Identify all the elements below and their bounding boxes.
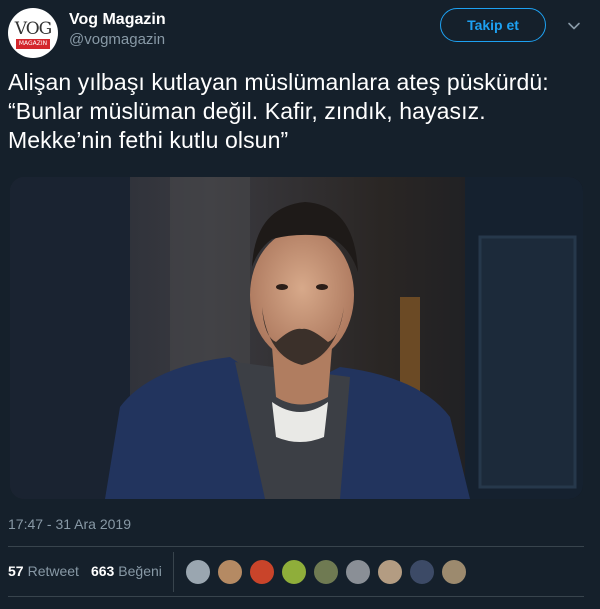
- tweet-stats: 57 Retweet 663 Beğeni: [8, 563, 174, 579]
- like-label: Beğeni: [118, 563, 162, 579]
- chevron-down-icon[interactable]: [566, 18, 582, 34]
- account-handle[interactable]: @vogmagazin: [69, 31, 165, 48]
- liker-avatar[interactable]: [409, 559, 435, 585]
- tweet-text: Alişan yılbaşı kutlayan müslümanlara ate…: [8, 69, 549, 153]
- liker-avatar[interactable]: [217, 559, 243, 585]
- liker-avatar[interactable]: [377, 559, 403, 585]
- divider-bottom: [8, 596, 584, 597]
- display-name[interactable]: Vog Magazin: [69, 11, 166, 29]
- divider-top: [8, 546, 584, 547]
- liker-avatar[interactable]: [345, 559, 371, 585]
- retweet-label: Retweet: [27, 563, 79, 579]
- retweet-stat[interactable]: 57 Retweet: [8, 563, 79, 579]
- liker-avatar[interactable]: [249, 559, 275, 585]
- account-avatar[interactable]: VOG MAGAZIN: [8, 8, 58, 58]
- liker-avatars: [185, 559, 473, 585]
- liker-avatar[interactable]: [441, 559, 467, 585]
- follow-button[interactable]: Takip et: [440, 8, 546, 42]
- like-count: 663: [90, 563, 115, 579]
- tweet-photo[interactable]: [10, 177, 583, 499]
- liker-avatar[interactable]: [281, 559, 307, 585]
- tweet-timestamp[interactable]: 17:47 - 31 Ara 2019: [8, 516, 131, 532]
- stats-separator: [173, 552, 174, 592]
- liker-avatar[interactable]: [313, 559, 339, 585]
- photo-of-man-in-blue-jacket-icon: [10, 177, 583, 499]
- retweet-count: 57: [8, 563, 24, 579]
- like-stat[interactable]: 663 Beğeni: [91, 563, 162, 579]
- liker-avatar[interactable]: [185, 559, 211, 585]
- avatar-logo-text: VOG: [14, 19, 52, 39]
- avatar-logo-subtext: MAGAZIN: [15, 39, 51, 49]
